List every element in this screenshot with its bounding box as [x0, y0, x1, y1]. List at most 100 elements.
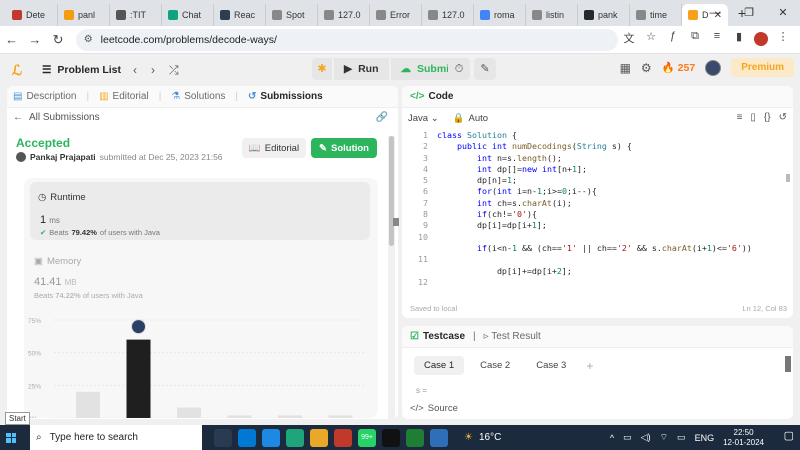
media-icon[interactable]: ≡	[706, 30, 728, 49]
browser-tab[interactable]: Spot	[266, 4, 318, 26]
code-line[interactable]: 4 int dp[]=new int[n+1];	[402, 164, 782, 175]
battery-icon[interactable]: ▭	[677, 432, 686, 443]
notification-icon[interactable]: ▢	[784, 429, 794, 442]
app-blue-icon[interactable]	[430, 428, 448, 447]
add-case-icon[interactable]: +	[586, 359, 593, 373]
back-icon[interactable]: ←	[0, 32, 23, 47]
browser-tab[interactable]: pank	[578, 4, 630, 26]
task-view-icon[interactable]	[214, 428, 232, 447]
bookmark-icon[interactable]: ▯	[750, 112, 756, 123]
maximize-icon[interactable]: ❐	[732, 0, 766, 26]
volume-icon[interactable]: ◁)	[641, 432, 651, 443]
url-field[interactable]: ⚙ leetcode.com/problems/decode-ways/	[75, 28, 619, 51]
code-line[interactable]: 11	[402, 254, 782, 265]
vscode-icon[interactable]	[262, 428, 280, 447]
browser-tab[interactable]: Reac	[214, 4, 266, 26]
code-scrollbar[interactable]	[786, 174, 790, 182]
left-scrollbar[interactable]	[388, 136, 395, 419]
chrome-icon[interactable]	[310, 428, 328, 447]
reload-icon[interactable]: ↻	[46, 32, 69, 48]
chrome-profile-icon[interactable]	[334, 428, 352, 447]
chart-bar[interactable]	[76, 391, 100, 418]
browser-tab[interactable]: roma	[474, 4, 526, 26]
case-tab[interactable]: Case 3	[526, 356, 576, 375]
network-icon[interactable]: ▭	[623, 432, 632, 443]
braces-icon[interactable]: {}	[764, 112, 771, 123]
browser-tab[interactable]: :TIT	[110, 4, 162, 26]
whatsapp-icon[interactable]: 99+	[358, 428, 376, 447]
tab-solutions[interactable]: ⚗ Solutions	[171, 91, 225, 102]
taskbar-search[interactable]: ⌕ Type here to search	[30, 425, 202, 450]
browser-tab[interactable]: Error	[370, 4, 422, 26]
left-scroll-thumb[interactable]	[389, 136, 394, 246]
browser-tab[interactable]: Chat	[162, 4, 214, 26]
tab-test-result[interactable]: ▹ Test Result	[484, 331, 541, 342]
case-tab[interactable]: Case 1	[414, 356, 465, 375]
code-line[interactable]: 8 if(ch!='0'){	[402, 209, 782, 220]
shuffle-icon[interactable]: ⤮	[169, 63, 179, 78]
tab-testcase[interactable]: ☑ Testcase	[410, 331, 465, 342]
windows-start-button[interactable]	[0, 425, 22, 450]
notes-icon[interactable]: ✎	[474, 58, 496, 80]
chart-bar[interactable]	[328, 415, 353, 418]
user-avatar[interactable]	[705, 59, 722, 76]
timer-icon[interactable]: ⏱	[448, 58, 470, 80]
forward-icon[interactable]: →	[23, 32, 46, 47]
language-select[interactable]: Java ⌄	[408, 113, 439, 124]
code-line[interactable]: dp[i]+=dp[i+2];	[402, 266, 782, 277]
problem-list-button[interactable]: ☰ Problem List	[42, 64, 121, 76]
format-icon[interactable]: ≡	[737, 112, 743, 123]
minimize-icon[interactable]: —	[698, 0, 732, 26]
code-line[interactable]: 7 int ch=s.charAt(i);	[402, 198, 782, 209]
premium-button[interactable]: Premium	[731, 58, 794, 77]
code-line[interactable]: 3 int n=s.length();	[402, 153, 782, 164]
auto-mode[interactable]: 🔒 Auto	[453, 113, 488, 124]
site-info-icon[interactable]: ⚙	[84, 34, 93, 45]
translate-icon[interactable]: 文	[618, 30, 640, 49]
browser-tab[interactable]: time	[630, 4, 682, 26]
chart-bar[interactable]	[227, 415, 252, 418]
author-name[interactable]: Pankaj Prajapati	[30, 152, 96, 162]
run-button[interactable]: ▶ Run	[334, 58, 389, 80]
editorial-button[interactable]: 📖 Editorial	[242, 138, 306, 158]
function-icon[interactable]: ƒ	[662, 30, 684, 49]
terminal-app-icon[interactable]	[382, 428, 400, 447]
language-indicator[interactable]: ENG	[695, 433, 715, 443]
next-problem-icon[interactable]: ›	[151, 63, 155, 78]
app-green-icon[interactable]	[406, 428, 424, 447]
extension-icon[interactable]: ⧉	[684, 30, 706, 49]
tray-chevron-icon[interactable]: ^	[610, 433, 614, 443]
browser-tab[interactable]: panl	[58, 4, 110, 26]
code-line[interactable]: 6 for(int i=n-1;i>=0;i--){	[402, 186, 782, 197]
settings-gear-icon[interactable]: ⚙	[641, 61, 652, 75]
code-line[interactable]: 2 public int numDecodings(String s) {	[402, 141, 782, 152]
code-line[interactable]: 1 class Solution {	[402, 130, 782, 141]
wifi-icon[interactable]: ⌔	[660, 432, 668, 443]
tab-editorial[interactable]: ▥ Editorial	[99, 91, 149, 102]
prev-problem-icon[interactable]: ‹	[133, 63, 137, 78]
chart-bar[interactable]	[177, 407, 201, 418]
chart-bar[interactable]	[126, 339, 151, 418]
code-line[interactable]: 10	[402, 232, 782, 243]
bookmark-star-icon[interactable]: ☆	[640, 30, 662, 49]
weather-widget[interactable]: ☀ 16°C	[464, 432, 501, 443]
store-icon[interactable]	[238, 428, 256, 447]
close-window-icon[interactable]: ✕	[766, 0, 800, 26]
streak-counter[interactable]: 🔥 257	[662, 61, 696, 74]
case-tab[interactable]: Case 2	[470, 356, 520, 375]
all-submissions-link[interactable]: ← All Submissions	[13, 112, 100, 123]
layout-icon[interactable]: ▦	[620, 61, 631, 75]
solution-button[interactable]: ✎ Solution	[311, 138, 377, 158]
tab-description[interactable]: ▤ Description	[13, 91, 76, 102]
edge-icon[interactable]	[286, 428, 304, 447]
browser-tab[interactable]: listin	[526, 4, 578, 26]
clock[interactable]: 22:50 12-01-2024	[723, 428, 764, 448]
reset-icon[interactable]: ↺	[779, 112, 787, 123]
code-editor[interactable]: 1 class Solution {2 public int numDecodin…	[402, 130, 782, 288]
panel-resize-handle[interactable]	[393, 218, 399, 226]
share-link-icon[interactable]: 🔗	[376, 112, 388, 123]
browser-tab[interactable]: 127.0	[422, 4, 474, 26]
memory-title-row[interactable]: ▣ Memory	[34, 256, 81, 267]
menu-icon[interactable]: ⋮	[772, 30, 794, 49]
sidepanel-icon[interactable]: ▮	[728, 30, 750, 49]
